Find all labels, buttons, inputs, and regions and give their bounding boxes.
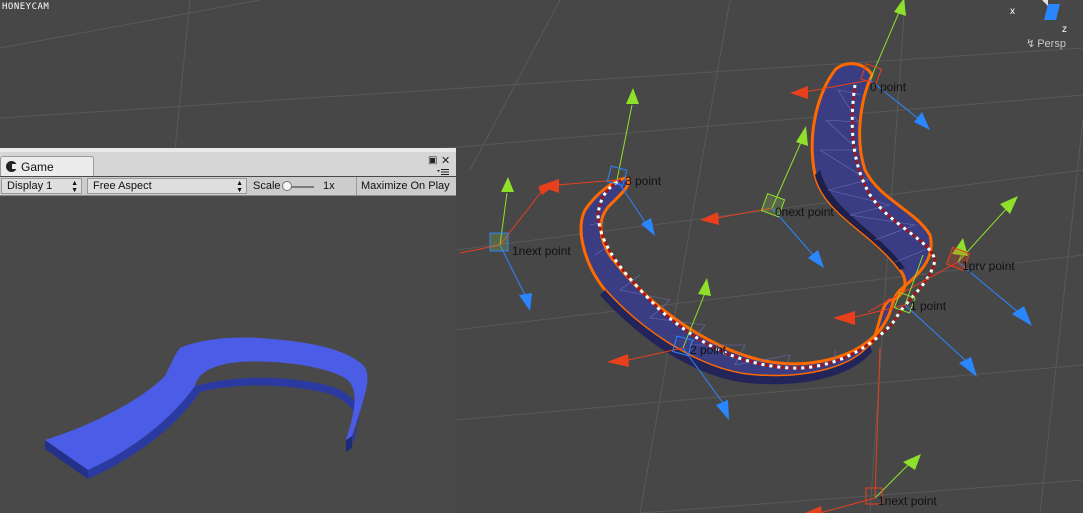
maximize-on-play-toggle[interactable]: Maximize On Play xyxy=(356,177,456,195)
scale-slider-thumb[interactable] xyxy=(282,181,292,191)
axis-z-label: z xyxy=(1062,24,1067,35)
projection-toggle[interactable]: ↯ Persp xyxy=(1026,37,1066,50)
game-window[interactable]: Game ▣ ✕ Display 1 ▲ ▼ Free Aspect ▲ ▼ Sca… xyxy=(0,148,456,513)
maximize-on-play-label: Maximize On Play xyxy=(361,180,450,192)
label-3-point: 3 point xyxy=(625,174,662,188)
display-value: Display 1 xyxy=(7,180,53,192)
dropdown-arrows-icon: ▲ ▼ xyxy=(236,180,243,194)
dropdown-arrows-icon: ▲ ▼ xyxy=(71,180,78,194)
watermark: HONEYCAM xyxy=(2,2,50,12)
label-0-next-point: 0next point xyxy=(775,205,834,219)
menu-icon[interactable] xyxy=(437,169,449,175)
close-icon[interactable]: ✕ xyxy=(441,155,450,166)
label-2-point: 2 point xyxy=(690,343,727,357)
tab-strip: Game ▣ ✕ xyxy=(0,152,456,176)
game-toolbar: Display 1 ▲ ▼ Free Aspect ▲ ▼ Scale 1x Max… xyxy=(0,177,456,196)
label-0-point: 0 point xyxy=(870,80,907,94)
scale-value: 1x xyxy=(323,180,335,192)
aspect-value: Free Aspect xyxy=(93,180,152,192)
display-dropdown[interactable]: Display 1 ▲ ▼ xyxy=(1,178,82,194)
label-1-next-point-bottom: 1next point xyxy=(878,494,937,508)
gizmo-0-next-point[interactable] xyxy=(700,126,824,268)
label-1-prv-point: 1prv point xyxy=(962,259,1015,273)
projection-label: Persp xyxy=(1037,38,1066,50)
label-1-next-point-left: 1next point xyxy=(512,244,571,258)
maximize-icon[interactable]: ▣ xyxy=(428,156,437,166)
aspect-dropdown[interactable]: Free Aspect ▲ ▼ xyxy=(87,178,247,194)
game-viewport[interactable] xyxy=(0,196,456,513)
tab-game[interactable]: Game xyxy=(0,156,94,176)
scene-gizmo-icon[interactable]: x z xyxy=(1010,0,1067,35)
axis-x-label: x xyxy=(1010,6,1015,17)
label-1-point: 1 point xyxy=(910,299,947,313)
persp-lock-icon: ↯ xyxy=(1026,38,1036,50)
tab-game-label: Game xyxy=(21,159,54,174)
scale-label: Scale xyxy=(253,180,281,192)
tab-game-icon xyxy=(6,161,18,172)
